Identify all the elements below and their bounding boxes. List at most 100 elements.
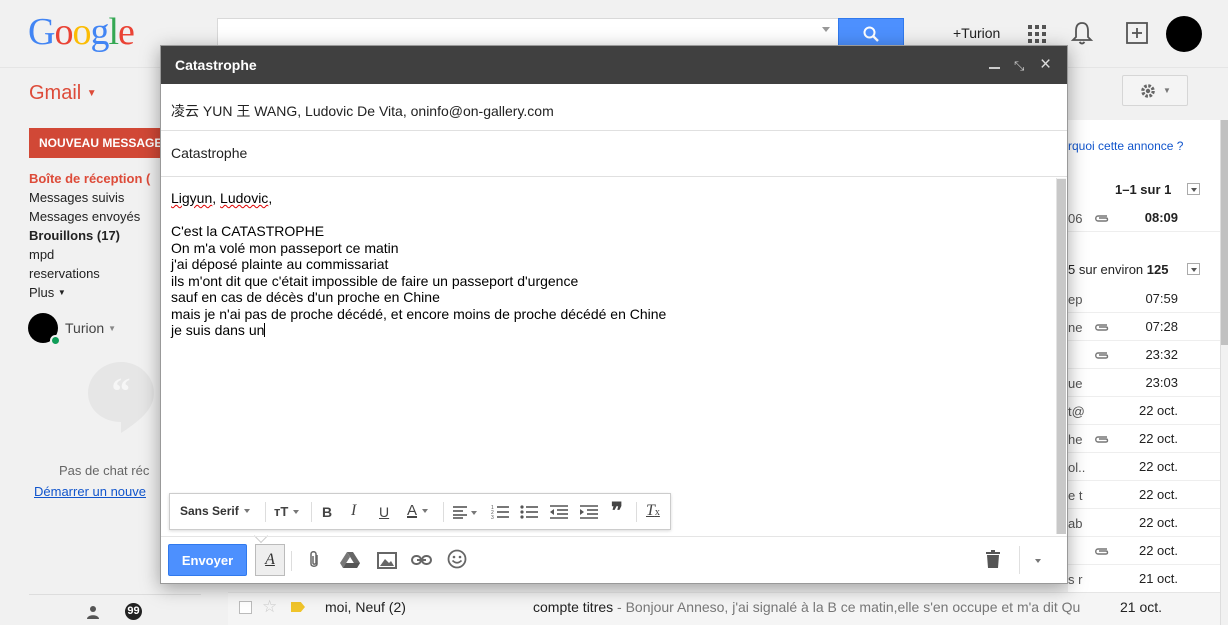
text-color-icon[interactable]: A	[407, 502, 429, 519]
body-scrollbar-thumb[interactable]	[1057, 179, 1066, 534]
subject-field[interactable]: Catastrophe	[171, 145, 247, 161]
compose-new-message-button[interactable]: NOUVEAU MESSAGE	[29, 128, 169, 158]
text-cursor	[264, 323, 266, 337]
table-row[interactable]: ue 23:03	[1068, 369, 1220, 397]
greeting-separator: ,	[212, 190, 221, 206]
paperclip-icon	[1095, 548, 1109, 555]
table-row[interactable]: t@ 22 oct.	[1068, 397, 1220, 425]
account-avatar[interactable]	[1166, 16, 1202, 52]
sidebar-more-label: Plus	[29, 285, 55, 300]
table-row[interactable]: ol.. 22 oct.	[1068, 453, 1220, 481]
svg-text:3: 3	[491, 515, 494, 519]
message-body-editor[interactable]: Ligyun, Ludovic, C'est la CATASTROPHE On…	[171, 190, 666, 339]
attach-file-icon[interactable]	[307, 550, 321, 570]
formatting-toggle-label: A	[265, 551, 275, 568]
send-button[interactable]: Envoyer	[168, 544, 247, 576]
star-icon[interactable]: ☆	[262, 597, 277, 617]
apps-grid-icon[interactable]	[1028, 25, 1046, 43]
hangouts-bubble-icon[interactable]: 99	[125, 603, 142, 620]
close-icon[interactable]: ×	[1040, 54, 1051, 76]
table-row[interactable]: ☆ moi, Neuf (2) compte titres - Bonjour …	[228, 592, 1220, 625]
misspelled-word: Ligyun	[171, 190, 213, 206]
row-fragment: ep	[1068, 292, 1083, 307]
notifications-bell-icon[interactable]	[1070, 20, 1094, 46]
chat-empty-text: Pas de chat réc	[59, 463, 150, 478]
table-row[interactable]: ab 22 oct.	[1068, 509, 1220, 537]
sidebar-item-inbox[interactable]: Boîte de réception (	[29, 171, 150, 186]
row-fragment: ue	[1068, 376, 1083, 391]
hangouts-quote-bubble-icon: “	[88, 362, 154, 433]
why-this-ad-link[interactable]: rquoi cette annonce ?	[1068, 139, 1183, 153]
recipients-field[interactable]: 凌云 YUN 王 WANG, Ludovic De Vita, oninfo@o…	[171, 101, 554, 121]
bold-icon[interactable]: B	[322, 504, 332, 520]
more-options-dropdown[interactable]	[1019, 546, 1049, 574]
sidebar-item-starred[interactable]: Messages suivis	[29, 190, 124, 205]
pager-top: 1–1 sur 1	[1115, 182, 1172, 197]
trash-icon[interactable]	[986, 550, 1000, 568]
pager-main-total: 125	[1146, 262, 1169, 277]
gmail-label: Gmail	[29, 82, 82, 104]
table-row[interactable]: s r 21 oct.	[1068, 565, 1220, 593]
table-row[interactable]: ep 07:59	[1068, 285, 1220, 313]
formatting-options-toggle[interactable]: A	[255, 544, 285, 576]
start-new-chat-link[interactable]: Démarrer un nouve	[34, 484, 146, 499]
row-time: 22 oct.	[1138, 515, 1178, 530]
font-size-icon[interactable]: тT	[274, 504, 300, 519]
sidebar-item-sent[interactable]: Messages envoyés	[29, 209, 140, 224]
row-time: 22 oct.	[1138, 487, 1178, 502]
search-options-caret-icon[interactable]	[822, 27, 830, 32]
row-fragment: ab	[1068, 516, 1083, 531]
font-family-select[interactable]: Sans Serif	[180, 504, 250, 518]
compose-header[interactable]	[161, 46, 1067, 84]
sidebar-item-reservations[interactable]: reservations	[29, 266, 100, 281]
importance-marker-icon[interactable]	[291, 602, 305, 612]
sidebar-item-more[interactable]: Plus ▼	[29, 285, 66, 300]
chevron-down-icon: ▼	[108, 324, 116, 333]
indent-less-icon[interactable]	[550, 505, 568, 519]
underline-icon[interactable]: U	[379, 504, 389, 520]
google-logo[interactable]: Google	[28, 13, 135, 51]
settings-button[interactable]: ▼	[1122, 75, 1188, 106]
gmail-app-switcher[interactable]: Gmail ▼	[29, 82, 97, 105]
google-plus-user-link[interactable]: +Turion	[953, 25, 1000, 41]
google-drive-icon[interactable]	[340, 552, 360, 569]
fullscreen-toggle-icon[interactable]: ⤡	[1014, 58, 1024, 74]
hangouts-user-label: Turion	[65, 320, 105, 336]
table-row[interactable]: he 22 oct.	[1068, 425, 1220, 453]
row-checkbox[interactable]	[239, 601, 252, 614]
remove-formatting-icon[interactable]: Tx	[646, 502, 660, 520]
misspelled-word: Ludovic	[220, 190, 269, 206]
paperclip-icon	[1095, 436, 1109, 443]
row-time: 22 oct.	[1138, 431, 1178, 446]
table-row[interactable]: 22 oct.	[1068, 537, 1220, 565]
align-icon[interactable]	[453, 505, 477, 519]
pager-dropdown-icon[interactable]	[1187, 183, 1200, 195]
compose-title: Catastrophe	[175, 57, 257, 73]
table-row[interactable]: e t 22 oct.	[1068, 481, 1220, 509]
insert-emoji-icon[interactable]	[447, 549, 467, 569]
sidebar-item-mpd[interactable]: mpd	[29, 247, 54, 262]
row-time: 22 oct.	[1138, 403, 1178, 418]
insert-photo-icon[interactable]	[377, 552, 397, 569]
insert-link-icon[interactable]	[411, 554, 432, 566]
table-row[interactable]: 06 08:09	[1068, 204, 1220, 232]
quote-icon[interactable]: ❞	[611, 500, 623, 522]
row-snippet: - Bonjour Anneso, j'ai signalé à la B ce…	[613, 599, 1081, 615]
numbered-list-icon[interactable]: 123	[491, 505, 509, 519]
bulleted-list-icon[interactable]	[520, 505, 538, 519]
page-scrollbar-thumb[interactable]	[1221, 120, 1228, 345]
row-time: 22 oct.	[1138, 459, 1178, 474]
row-time: 23:32	[1145, 347, 1178, 362]
row-fragment: ol..	[1068, 460, 1086, 475]
table-row[interactable]: ne 07:28	[1068, 313, 1220, 341]
minimize-icon[interactable]	[989, 67, 1000, 69]
indent-more-icon[interactable]	[580, 505, 598, 519]
contacts-person-icon[interactable]	[86, 605, 100, 619]
share-add-icon[interactable]	[1125, 21, 1149, 45]
pager-dropdown-icon[interactable]	[1187, 263, 1200, 275]
greeting-end: ,	[268, 190, 273, 206]
table-row[interactable]: 23:32	[1068, 341, 1220, 369]
sidebar-item-drafts[interactable]: Brouillons (17)	[29, 228, 120, 243]
italic-icon[interactable]: I	[351, 502, 356, 520]
hangouts-self-name[interactable]: Turion ▼	[65, 320, 116, 336]
